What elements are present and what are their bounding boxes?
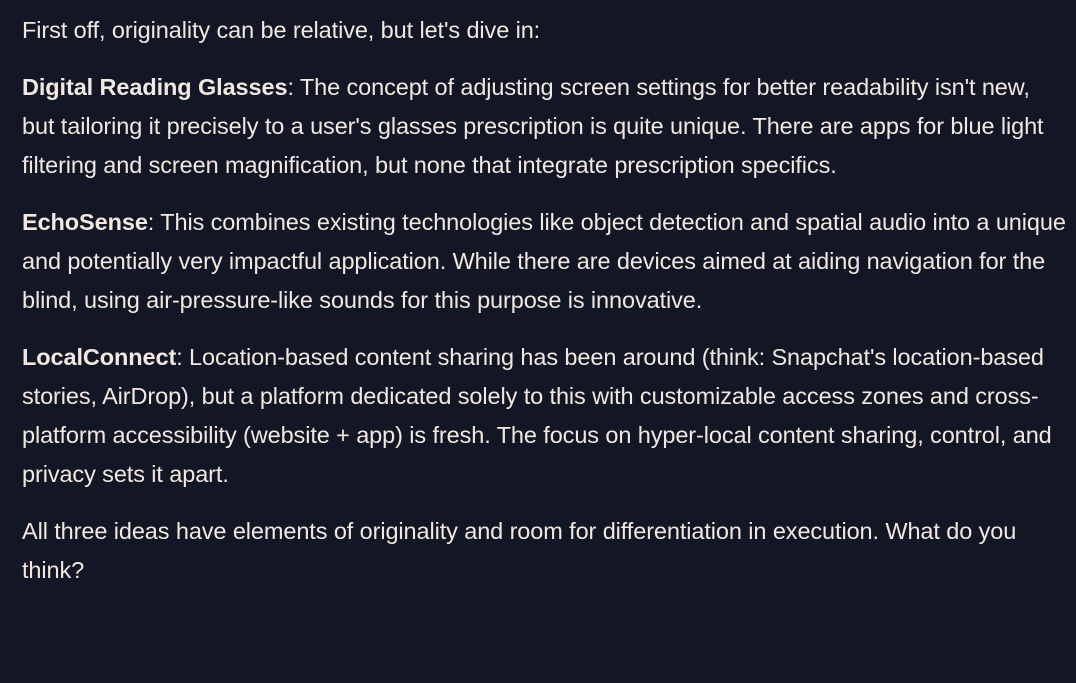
idea-digital-reading-glasses: Digital Reading Glasses: The concept of …: [22, 68, 1066, 185]
idea-localconnect: LocalConnect: Location-based content sha…: [22, 338, 1066, 494]
message-intro: First off, originality can be relative, …: [22, 17, 541, 43]
idea-term: LocalConnect: [22, 344, 177, 370]
message-closing: All three ideas have elements of origina…: [22, 518, 1017, 583]
idea-term: EchoSense: [22, 209, 148, 235]
idea-echosense: EchoSense: This combines existing techno…: [22, 203, 1066, 320]
idea-description: : This combines existing technologies li…: [22, 209, 1066, 313]
idea-description: : Location-based content sharing has bee…: [22, 344, 1052, 487]
idea-term: Digital Reading Glasses: [22, 74, 288, 100]
assistant-message: First off, originality can be relative, …: [0, 0, 1076, 683]
